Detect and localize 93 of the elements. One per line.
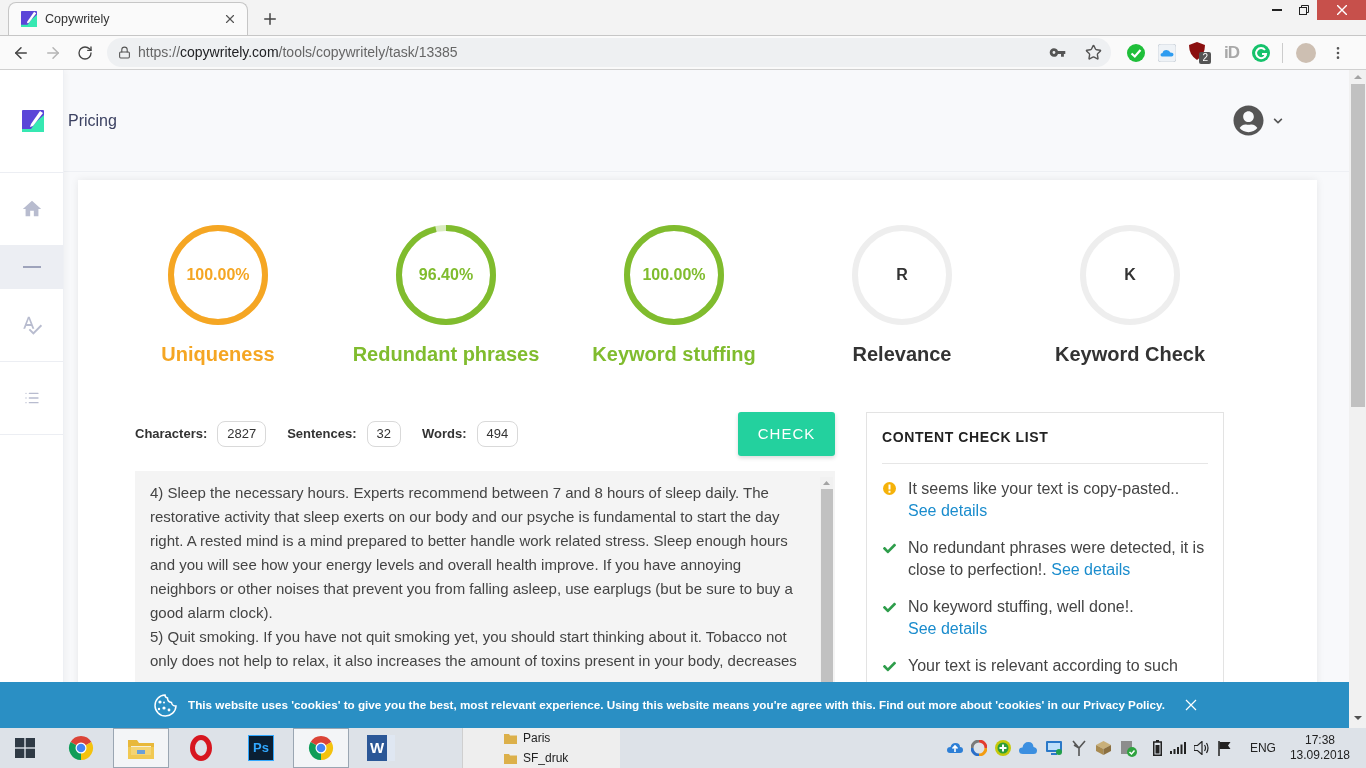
monitor-icon (1044, 740, 1063, 756)
stat-label: Words: (422, 425, 467, 444)
ring-letter: K (1124, 265, 1136, 285)
flag-icon (1217, 740, 1231, 756)
taskbar-button[interactable]: W (353, 728, 409, 768)
cookie-message: This website uses 'cookies' to give you the best, most relevant experience. Using this website means you're agree with this. Find out more about 'cookies' in our Privacy Policy. (188, 697, 1165, 714)
folder-name[interactable]: SF_druk (523, 749, 569, 767)
stat-label: Characters: (135, 425, 208, 444)
window-panes-icon (14, 738, 35, 758)
document-check-icon (1119, 739, 1137, 757)
cloud-icon[interactable] (1158, 43, 1176, 62)
folder-icon (504, 732, 517, 744)
app-logo: Ps (248, 735, 274, 761)
badge-count: 2 (1199, 51, 1211, 64)
box-icon (1094, 740, 1112, 756)
check-message: It seems like your text is copy-pasted.. See details (908, 479, 1181, 521)
upload-icon (946, 740, 963, 756)
logo-icon[interactable] (21, 110, 44, 132)
spellcheck-icon (20, 314, 43, 336)
editor-paragraph: 5) Quit smoking. If you have not quit smoking yet, you should start thinking about it. Tobacco not only does not help to relax, it also increases the amount of toxins present in your body, decreases (150, 627, 798, 671)
score-label: Uniqueness (161, 342, 275, 366)
lock-icon (118, 46, 131, 59)
user-avatar-icon[interactable] (1233, 105, 1264, 136)
check-message: No keyword stuffing, well done!. See details (908, 597, 1135, 639)
scroll-down-icon[interactable] (1353, 716, 1362, 720)
check-icon (883, 660, 896, 673)
pricing-link[interactable]: Pricing (68, 108, 117, 133)
browser-tab[interactable]: Copywritely (8, 2, 248, 35)
clock[interactable]: 17:38 13.09.2018 (1289, 733, 1350, 763)
chevron-down-icon[interactable] (1273, 115, 1283, 126)
check-circle-icon[interactable] (1127, 43, 1145, 62)
score-value: 100.00% (186, 265, 250, 285)
restore-icon (1298, 5, 1309, 15)
panel-title: CONTENT CHECK LIST (882, 428, 1050, 447)
reload-icon[interactable] (77, 44, 93, 61)
warning-icon (883, 482, 896, 495)
stat-value: 2827 (217, 421, 267, 447)
score-label: Keyword Check (1054, 342, 1206, 366)
scrollbar-thumb[interactable] (1350, 84, 1365, 407)
circular-arrow-icon[interactable] (1252, 43, 1270, 62)
ring-letter: R (896, 265, 908, 285)
sidebar-item[interactable] (0, 173, 63, 246)
clock-date: 13.09.2018 (1289, 748, 1350, 763)
star-icon[interactable] (1085, 44, 1102, 61)
taskbar-button[interactable] (113, 728, 169, 768)
stat-value: 494 (476, 421, 519, 447)
check-icon (883, 542, 896, 555)
score-label: Keyword stuffing (592, 342, 756, 366)
score-label: Redundant phrases (352, 342, 540, 366)
segmented-ring-icon (970, 740, 987, 756)
taskbar-button[interactable]: Ps (233, 728, 289, 768)
see-details-link[interactable]: See details (908, 620, 988, 637)
score-value: 96.40% (418, 265, 474, 285)
plus-icon (994, 740, 1011, 756)
stat-label: Sentences: (287, 425, 357, 444)
app-logo: W (367, 735, 395, 761)
ring-logo-icon (190, 735, 212, 761)
shield-icon[interactable] (1189, 41, 1205, 60)
language-indicator[interactable]: ENG (1249, 739, 1276, 757)
close-icon[interactable] (223, 12, 237, 26)
folder-name[interactable]: Paris (523, 729, 551, 747)
see-details-link[interactable]: See details (1051, 561, 1131, 578)
score-label: Relevance (852, 342, 952, 366)
folder-icon (504, 752, 517, 764)
close-icon (1336, 5, 1347, 15)
check-icon (883, 601, 896, 614)
editor-paragraph: 4) Sleep the necessary hours. Experts recommend between 7 and 8 hours of sleep daily. The restorative activity that sleep exerts on our body and our psyche is fundamental to start the day right. A rested mind is a mind prepared to better handle work related stress. Sleep enough hours and you will see how your energy levels and overall health improve. If you have annoying neighbors or other noises that prevent you from falling asleep, use earplugs (but be sure to buy a good alarm clock). (150, 483, 794, 623)
scroll-up-icon[interactable] (823, 481, 830, 485)
minimize-icon (1271, 9, 1282, 11)
battery-icon (1152, 740, 1162, 756)
score-value: 100.00% (642, 265, 706, 285)
taskbar-button[interactable] (293, 728, 349, 768)
see-details-link[interactable]: See details (908, 502, 988, 519)
url-text: https://copywritely.com/tools/copywritely/task/13385 (138, 43, 459, 62)
clock-time: 17:38 (1304, 733, 1335, 748)
scroll-up-icon[interactable] (1353, 75, 1362, 79)
browser-icon (308, 735, 334, 761)
branch-icon (1070, 740, 1087, 756)
speaker-icon (1193, 741, 1210, 755)
signal-icon (1169, 742, 1186, 754)
browser-icon (68, 735, 94, 761)
cookie-icon (152, 693, 179, 717)
page-scrollbar[interactable] (1349, 70, 1366, 728)
list-icon (23, 390, 40, 406)
check-message: Your text is relevant according to such (908, 656, 1178, 676)
tab-title: Copywritely (45, 10, 111, 28)
check-message: No redundant phrases were detected, it is close to perfection!. See details (908, 538, 1206, 580)
close-icon[interactable] (1184, 699, 1197, 711)
address-bar[interactable]: https://copywritely.com/tools/copywritely/task/13385 (107, 38, 1111, 67)
stat-value: 32 (366, 421, 402, 447)
logo-icon (21, 11, 37, 27)
minus-icon (22, 266, 41, 268)
cloud-icon (1018, 741, 1037, 755)
